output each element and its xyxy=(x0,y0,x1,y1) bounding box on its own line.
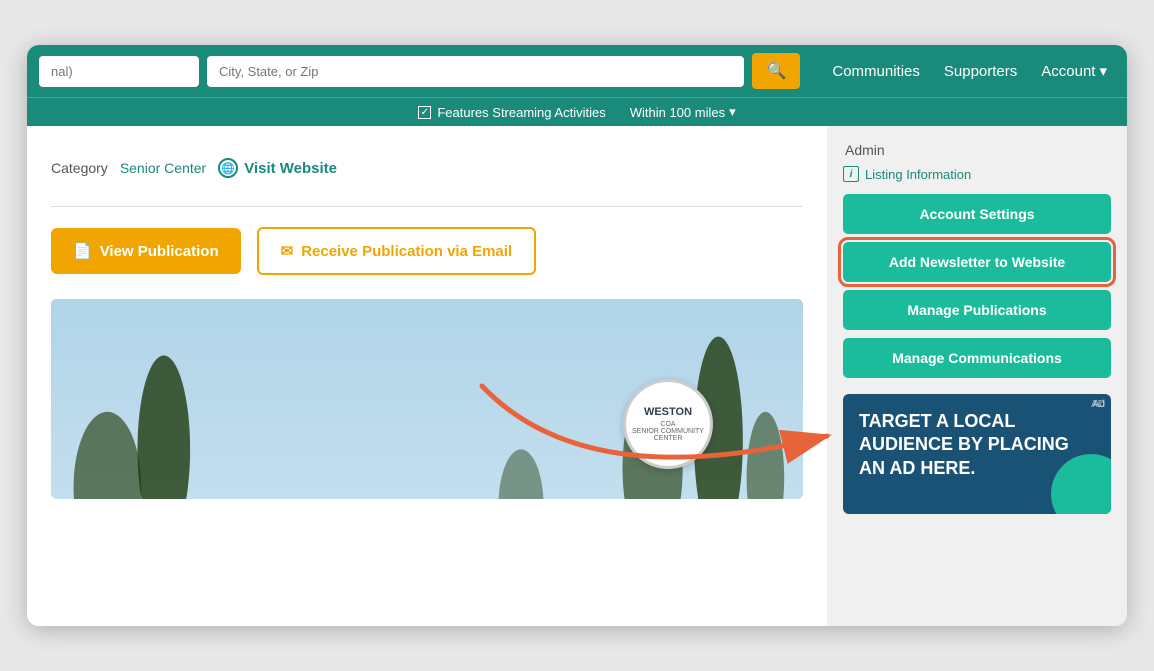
visit-website-label: Visit Website xyxy=(244,160,337,177)
email-icon: ✉ xyxy=(281,242,294,260)
manage-publications-button[interactable]: Manage Publications xyxy=(843,290,1111,330)
category-link[interactable]: Senior Center xyxy=(120,160,206,176)
admin-title: Admin xyxy=(843,142,1111,158)
publication-icon: 📄 xyxy=(73,242,92,260)
manage-communications-button[interactable]: Manage Communications xyxy=(843,338,1111,378)
sidebar: Admin i Listing Information Account Sett… xyxy=(827,126,1127,626)
ad-decoration xyxy=(1051,454,1111,514)
divider xyxy=(51,206,803,207)
supporters-link[interactable]: Supporters xyxy=(944,63,1017,80)
miles-label: Within 100 miles xyxy=(630,105,725,120)
visit-website-button[interactable]: 🌐 Visit Website xyxy=(218,158,337,178)
navbar-links: Communities Supporters Account ▾ xyxy=(812,45,1127,97)
action-buttons: 📄 View Publication ✉ Receive Publication… xyxy=(51,227,803,275)
globe-icon: 🌐 xyxy=(218,158,238,178)
navbar: 🔍 Communities Supporters Account ▾ xyxy=(27,45,1127,97)
subnav: Features Streaming Activities Within 100… xyxy=(27,97,1127,126)
category-label: Category xyxy=(51,160,108,176)
search-button[interactable]: 🔍 xyxy=(752,53,800,89)
ad-label: Ad xyxy=(1091,398,1105,411)
view-publication-label: View Publication xyxy=(100,243,219,260)
streaming-checkbox[interactable] xyxy=(418,106,431,119)
weston-sub: COASENIOR COMMUNITY CENTER xyxy=(626,421,710,442)
streaming-filter[interactable]: Features Streaming Activities xyxy=(418,105,605,120)
search-name-input[interactable] xyxy=(39,56,199,87)
view-publication-button[interactable]: 📄 View Publication xyxy=(51,228,241,274)
content-area: Category Senior Center 🌐 Visit Website 📄… xyxy=(27,126,827,626)
admin-panel: Admin i Listing Information Account Sett… xyxy=(843,142,1111,378)
ad-panel: Ad TARGET A LOCAL AUDIENCE BY PLACING AN… xyxy=(843,394,1111,514)
search-area: 🔍 xyxy=(27,45,812,97)
streaming-label: Features Streaming Activities xyxy=(437,105,605,120)
listing-info-link[interactable]: i Listing Information xyxy=(843,166,1111,182)
account-settings-button[interactable]: Account Settings xyxy=(843,194,1111,234)
info-icon: i xyxy=(843,166,859,182)
receive-email-button[interactable]: ✉ Receive Publication via Email xyxy=(257,227,537,275)
receive-email-label: Receive Publication via Email xyxy=(301,243,512,260)
account-menu[interactable]: Account ▾ xyxy=(1041,62,1107,80)
weston-name: WESTON xyxy=(644,406,692,419)
category-row: Category Senior Center 🌐 Visit Website xyxy=(51,146,803,198)
communities-link[interactable]: Communities xyxy=(832,63,920,80)
miles-chevron-icon: ▾ xyxy=(729,104,736,120)
add-newsletter-button[interactable]: Add Newsletter to Website xyxy=(843,242,1111,282)
search-icon: 🔍 xyxy=(766,63,786,80)
ad-text: TARGET A LOCAL AUDIENCE BY PLACING AN AD… xyxy=(859,411,1069,478)
search-location-input[interactable] xyxy=(207,56,744,87)
chevron-down-icon: ▾ xyxy=(1099,62,1107,80)
miles-select[interactable]: Within 100 miles ▾ xyxy=(630,104,736,120)
main-content: Category Senior Center 🌐 Visit Website 📄… xyxy=(27,126,1127,626)
publication-image: WESTON COASENIOR COMMUNITY CENTER xyxy=(51,299,803,499)
listing-info-label: Listing Information xyxy=(865,167,971,182)
main-wrapper: Category Senior Center 🌐 Visit Website 📄… xyxy=(27,126,1127,626)
weston-badge: WESTON COASENIOR COMMUNITY CENTER xyxy=(623,379,713,469)
account-label: Account xyxy=(1041,63,1095,80)
